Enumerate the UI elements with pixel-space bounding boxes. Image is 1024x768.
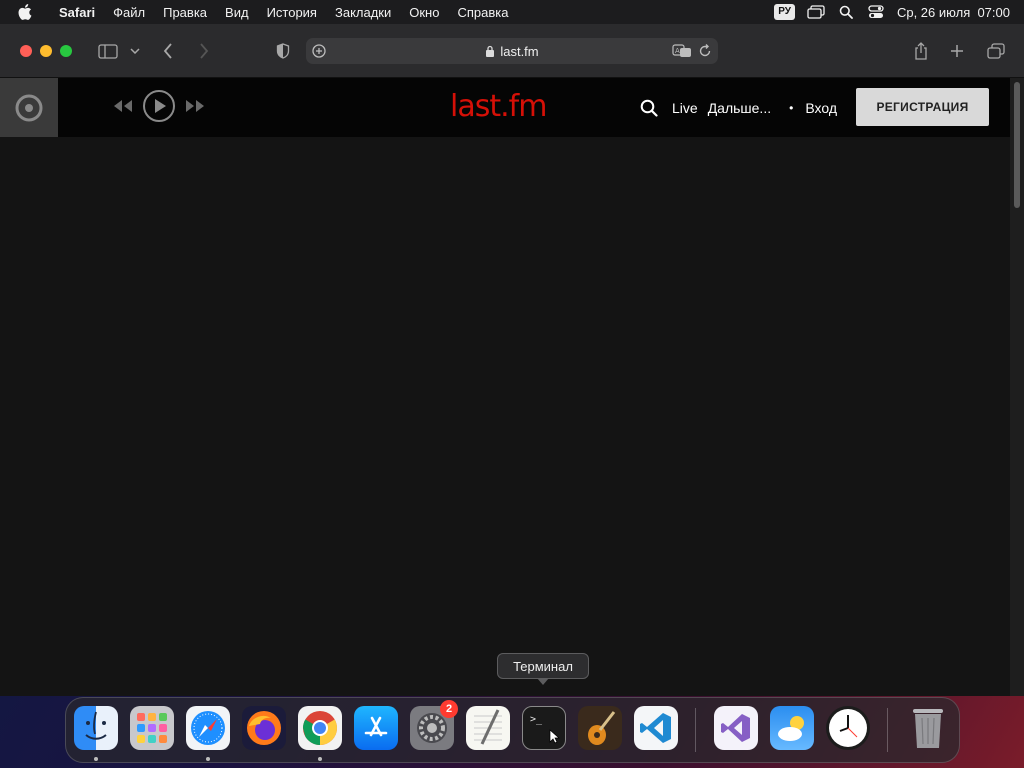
menu-history[interactable]: История bbox=[258, 5, 326, 20]
menu-bar: Safari Файл Правка Вид История Закладки … bbox=[0, 0, 1024, 24]
dock-tooltip: Терминал bbox=[497, 653, 589, 679]
clock-icon[interactable] bbox=[826, 706, 870, 750]
weather-icon[interactable] bbox=[770, 706, 814, 750]
firefox-icon[interactable] bbox=[242, 706, 286, 750]
new-tab-icon[interactable] bbox=[948, 41, 966, 61]
app-store-icon[interactable] bbox=[354, 706, 398, 750]
menu-view[interactable]: Вид bbox=[216, 5, 258, 20]
safari-toolbar: last.fm A bbox=[0, 24, 1024, 78]
safari-app-icon[interactable] bbox=[186, 706, 230, 750]
chrome-icon[interactable] bbox=[298, 706, 342, 750]
terminal-icon[interactable]: >_ bbox=[522, 706, 566, 750]
rewind-icon[interactable] bbox=[112, 98, 134, 119]
svg-text:A: A bbox=[675, 47, 680, 55]
web-page: last.fm Live Дальше... • Вход РЕГИСТРАЦИ… bbox=[0, 78, 1010, 696]
menu-window[interactable]: Окно bbox=[400, 5, 448, 20]
dock-separator-trash bbox=[887, 708, 888, 752]
tab-overview-icon[interactable] bbox=[986, 41, 1006, 61]
player-controls bbox=[112, 89, 206, 124]
garageband-icon[interactable] bbox=[578, 706, 622, 750]
nav-live-link[interactable]: Live bbox=[672, 100, 698, 116]
textedit-icon[interactable] bbox=[466, 706, 510, 750]
close-window-button[interactable] bbox=[20, 45, 32, 57]
address-bar[interactable]: last.fm A bbox=[306, 38, 718, 64]
dock-separator bbox=[695, 708, 696, 752]
fullscreen-window-button[interactable] bbox=[60, 45, 72, 57]
nav-separator: • bbox=[789, 100, 794, 115]
chrome-running-indicator bbox=[318, 757, 322, 761]
menu-help[interactable]: Справка bbox=[448, 5, 517, 20]
control-center-icon[interactable] bbox=[867, 4, 885, 20]
menu-safari[interactable]: Safari bbox=[50, 5, 104, 20]
dock: 2 >_ bbox=[65, 697, 960, 763]
register-button[interactable]: РЕГИСТРАЦИЯ bbox=[856, 88, 989, 126]
share-icon[interactable] bbox=[912, 41, 930, 61]
safari-running-indicator bbox=[206, 757, 210, 761]
tab-group-chevron-icon[interactable] bbox=[129, 41, 141, 61]
apple-menu-icon[interactable] bbox=[18, 4, 40, 20]
privacy-shield-icon[interactable] bbox=[274, 41, 292, 61]
url-text: last.fm bbox=[500, 43, 539, 59]
spotlight-search-icon[interactable] bbox=[837, 4, 855, 20]
system-settings-badge: 2 bbox=[440, 700, 458, 718]
lastfm-header: last.fm Live Дальше... • Вход РЕГИСТРАЦИ… bbox=[0, 78, 1010, 137]
scrollbar-thumb[interactable] bbox=[1014, 82, 1020, 208]
tooltip-arrow bbox=[537, 678, 549, 685]
fast-forward-icon[interactable] bbox=[184, 98, 206, 119]
menu-file[interactable]: Файл bbox=[104, 5, 154, 20]
finder-icon[interactable] bbox=[74, 706, 118, 750]
forward-icon[interactable] bbox=[196, 41, 212, 61]
translate-icon[interactable]: A bbox=[672, 43, 692, 59]
lock-icon bbox=[485, 45, 495, 57]
menu-edit[interactable]: Правка bbox=[154, 5, 216, 20]
sidebar-icon[interactable] bbox=[97, 41, 119, 61]
vscode-icon[interactable] bbox=[634, 706, 678, 750]
svg-text:>_: >_ bbox=[530, 714, 543, 725]
scrobble-icon[interactable] bbox=[0, 78, 58, 137]
safari-window: last.fm A last.fm Live Дальше... • Вход … bbox=[0, 24, 1024, 696]
login-link[interactable]: Вход bbox=[805, 100, 837, 116]
screen-mirroring-icon[interactable] bbox=[807, 4, 825, 20]
visual-studio-icon[interactable] bbox=[714, 706, 758, 750]
menubar-clock[interactable]: Ср, 26 июля 07:00 bbox=[897, 5, 1010, 20]
launchpad-icon[interactable] bbox=[130, 706, 174, 750]
page-scrollbar[interactable] bbox=[1010, 78, 1024, 696]
search-icon[interactable] bbox=[640, 99, 658, 117]
nav-more-link[interactable]: Дальше... bbox=[708, 100, 771, 116]
trash-icon[interactable] bbox=[906, 706, 950, 750]
menu-bookmarks[interactable]: Закладки bbox=[326, 5, 400, 20]
finder-running-indicator bbox=[94, 757, 98, 761]
lastfm-nav: Live Дальше... • Вход bbox=[640, 78, 837, 137]
input-language-badge[interactable]: РУ bbox=[774, 4, 795, 20]
back-icon[interactable] bbox=[160, 41, 176, 61]
play-icon[interactable] bbox=[142, 89, 176, 128]
lastfm-logo[interactable]: last.fm bbox=[450, 86, 562, 126]
reload-icon[interactable] bbox=[698, 43, 712, 59]
minimize-window-button[interactable] bbox=[40, 45, 52, 57]
